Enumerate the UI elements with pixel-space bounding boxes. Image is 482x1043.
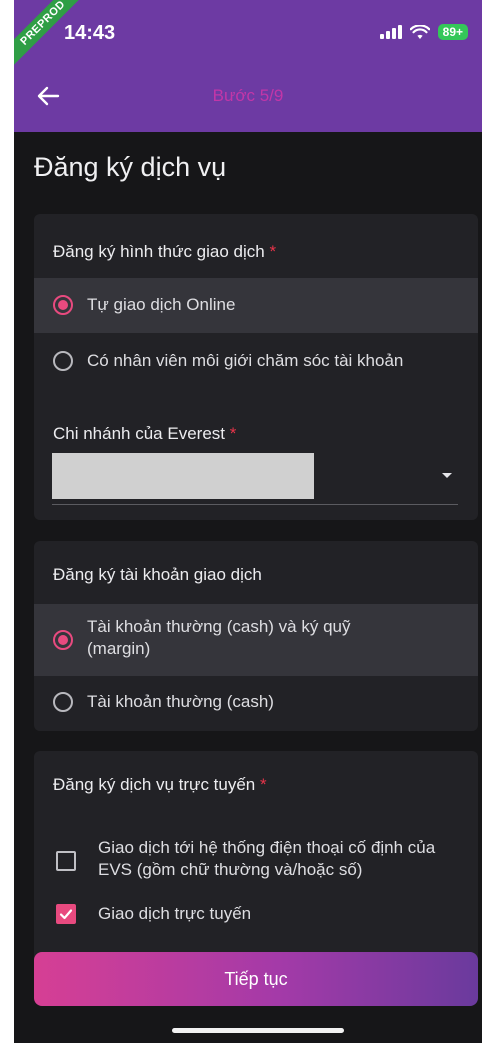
online-services-title: Đăng ký dịch vụ trực tuyến * xyxy=(53,775,267,794)
trading-account-card: Đăng ký tài khoản giao dịch Tài khoản th… xyxy=(34,541,478,731)
status-icons: 89+ xyxy=(379,24,468,40)
required-mark: * xyxy=(259,775,267,794)
cellular-signal-icon xyxy=(379,25,402,39)
dropdown-caret-icon[interactable] xyxy=(442,473,452,478)
wifi-icon xyxy=(409,24,430,39)
required-mark: * xyxy=(269,242,277,261)
branch-label: Chi nhánh của Everest * xyxy=(53,424,237,443)
online-services-card: Đăng ký dịch vụ trực tuyến * Giao dịch t… xyxy=(34,751,478,961)
radio-unselected-icon[interactable] xyxy=(53,692,73,712)
option-broker-care[interactable]: Có nhân viên môi giới chăm sóc tài khoản xyxy=(34,334,478,389)
option-label: Có nhân viên môi giới chăm sóc tài khoản xyxy=(87,351,404,370)
radio-selected-icon[interactable] xyxy=(53,630,73,650)
trading-method-card: Đăng ký hình thức giao dịch * Tự giao dị… xyxy=(34,214,478,520)
option-label: Giao dịch trực tuyến xyxy=(98,904,252,923)
option-self-trading[interactable]: Tự giao dịch Online xyxy=(34,278,478,333)
option-label: Giao dịch tới hệ thống điện thoại cố địn… xyxy=(98,838,436,879)
option-label: Tự giao dịch Online xyxy=(87,295,236,314)
status-time: 14:43 xyxy=(64,22,116,44)
branch-select-value xyxy=(52,453,314,499)
page-title: Đăng ký dịch vụ xyxy=(34,152,227,182)
battery-indicator: 89+ xyxy=(437,24,468,40)
app-header: PREPROD 14:43 89+ Bước 5/9 xyxy=(14,0,482,132)
option-cash-margin[interactable]: Tài khoản thường (cash) và ký quỹ (margi… xyxy=(34,604,478,676)
radio-selected-icon[interactable] xyxy=(53,295,73,315)
option-fixed-phone-trading[interactable]: Giao dịch tới hệ thống điện thoại cố địn… xyxy=(34,833,478,887)
checkbox-unchecked-icon[interactable] xyxy=(56,851,76,871)
phone-screen: PREPROD 14:43 89+ Bước 5/9 Đăng ký dịch … xyxy=(14,0,482,1043)
option-label: Tài khoản thường (cash) xyxy=(87,692,274,711)
trading-method-title: Đăng ký hình thức giao dịch * xyxy=(53,242,277,261)
option-cash[interactable]: Tài khoản thường (cash) xyxy=(34,677,478,727)
check-icon xyxy=(59,909,73,920)
required-mark: * xyxy=(229,424,237,443)
checkbox-checked-icon[interactable] xyxy=(56,904,76,924)
option-online-trading[interactable]: Giao dịch trực tuyến xyxy=(34,897,478,931)
radio-unselected-icon[interactable] xyxy=(53,351,73,371)
home-indicator xyxy=(172,1028,344,1033)
step-indicator: Bước 5/9 xyxy=(212,86,284,105)
branch-select[interactable] xyxy=(52,451,458,505)
option-label: Tài khoản thường (cash) và ký quỹ (margi… xyxy=(87,617,351,658)
continue-button[interactable]: Tiếp tục xyxy=(34,952,478,1006)
trading-account-title: Đăng ký tài khoản giao dịch xyxy=(53,565,262,584)
